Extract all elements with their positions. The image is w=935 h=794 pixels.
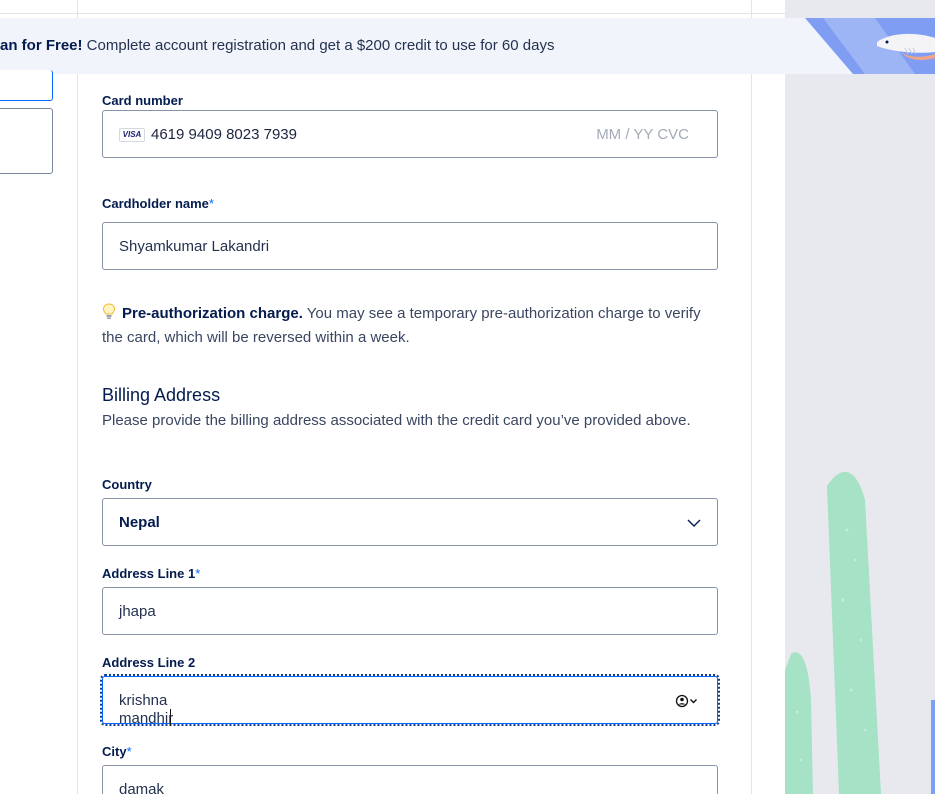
required-mark: *	[126, 744, 132, 759]
previous-step-field[interactable]	[0, 70, 53, 101]
visa-card-icon: VISA	[119, 128, 145, 142]
billing-address-heading: Billing Address	[102, 385, 221, 405]
address-line-2-input[interactable]: krishna mandhir	[100, 674, 720, 727]
card-number-value: 4619 9409 8023 7939	[151, 126, 297, 143]
preauth-note-title: Pre-authorization charge.	[122, 305, 303, 322]
lightbulb-icon	[102, 303, 116, 319]
card-number-label: Card number	[102, 93, 183, 108]
billing-address-description: Please provide the billing address assoc…	[102, 412, 691, 429]
address-line-1-value: jhapa	[119, 603, 156, 620]
country-label: Country	[102, 477, 152, 492]
city-label: City*	[102, 744, 132, 759]
required-mark: *	[195, 566, 201, 581]
expiry-cvc-placeholder[interactable]: MM / YY CVC	[596, 126, 689, 143]
cardholder-name-label: Cardholder name*	[102, 196, 214, 211]
shark-illustration	[805, 18, 935, 74]
autofill-contact-icon[interactable]	[675, 694, 699, 708]
address-line-2-value-text: krishna mandhir	[119, 692, 174, 727]
city-label-text: City	[102, 744, 127, 759]
cardholder-name-label-text: Cardholder name	[102, 196, 209, 211]
text-caret	[170, 709, 172, 726]
address-line-1-label: Address Line 1*	[102, 566, 200, 581]
decorative-side-panel	[785, 0, 935, 794]
address-line-1-label-text: Address Line 1	[102, 566, 196, 581]
plant-illustration	[785, 471, 935, 794]
preauth-note: Pre-authorization charge. You may see a …	[102, 302, 722, 350]
city-value: damak	[119, 781, 165, 794]
address-line-2-label: Address Line 2	[102, 655, 196, 670]
city-input[interactable]: damak	[102, 765, 718, 794]
cardholder-name-value: Shyamkumar Lakandri	[119, 238, 270, 255]
promo-banner-bold: an for Free!	[0, 37, 83, 54]
required-mark: *	[208, 196, 214, 211]
country-selected-value: Nepal	[119, 514, 160, 531]
right-column-divider	[751, 0, 752, 794]
card-number-field[interactable]: VISA 4619 9409 8023 7939 MM / YY CVC	[102, 110, 718, 158]
address-line-2-value: krishna mandhir	[119, 692, 224, 727]
cardholder-name-input[interactable]: Shyamkumar Lakandri	[102, 222, 718, 270]
promo-banner-text: an for Free! Complete account registrati…	[0, 37, 554, 54]
country-select[interactable]: Nepal	[102, 498, 718, 546]
promo-banner-body: Complete account registration and get a …	[82, 37, 555, 54]
address-line-1-input[interactable]: jhapa	[102, 587, 718, 635]
promo-banner: an for Free! Complete account registrati…	[0, 18, 935, 74]
previous-step-field-2[interactable]	[0, 108, 53, 174]
left-column-divider	[77, 0, 78, 794]
chevron-down-icon	[687, 519, 701, 527]
